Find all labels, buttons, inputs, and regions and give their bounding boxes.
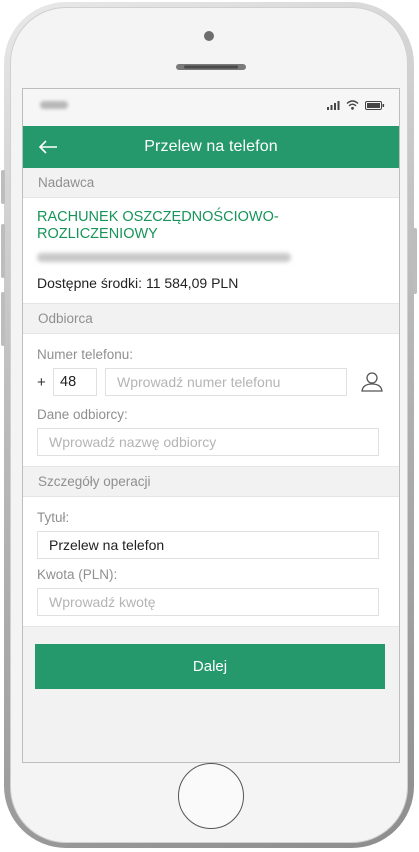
battery-icon [365,100,385,110]
phone-side-button [1,170,5,204]
recipient-name-input[interactable]: Wprowadź nazwę odbiorcy [37,428,379,456]
phone-number-label: Numer telefonu: [37,347,134,362]
transfer-title-input[interactable]: Przelew na telefon [37,531,379,559]
recipient-section-label: Odbiorca [38,311,93,326]
home-button[interactable] [178,763,244,829]
phone-plus-sign: + [37,373,46,391]
country-code-field[interactable]: 48 [53,368,97,396]
account-name: RACHUNEK OSZCZĘDNOŚCIOWO-ROZLICZENIOWY [37,209,279,242]
sender-section-label: Nadawca [38,175,95,190]
next-button[interactable]: Dalej [35,644,385,689]
details-card: Tytuł: Przelew na telefon Kwota (PLN): W… [23,496,399,627]
phone-power-button [413,228,417,294]
app-header: Przelew na telefon [23,126,399,168]
wifi-icon [346,100,359,110]
phone-side-button [1,224,5,278]
details-section-label: Szczegóły operacji [38,474,151,489]
amount-input[interactable]: Wprowadź kwotę [37,588,379,616]
title-label: Tytuł: [37,510,70,525]
contact-person-icon[interactable] [359,369,385,395]
account-number-blurred [37,253,291,262]
phone-screen: Przelew na telefon Nadawca RACHUNEK OSZC… [22,88,400,763]
earpiece-speaker [176,64,246,70]
recipient-card: Numer telefonu: + 48 Wprowadź numer tele… [23,333,399,467]
available-balance: Dostępne środki: 11 584,09 PLN [37,275,239,291]
page-title: Przelew na telefon [144,138,278,155]
phone-number-row: + 48 Wprowadź numer telefonu [37,368,387,396]
phone-side-button [1,292,5,346]
front-camera [204,31,214,41]
status-icons [327,100,385,110]
recipient-data-label: Dane odbiorcy: [37,407,128,422]
status-bar [23,89,399,126]
status-time-blurred [40,101,68,109]
phone-number-input[interactable]: Wprowadź numer telefonu [105,368,347,396]
signal-icon [327,100,340,110]
amount-label: Kwota (PLN): [37,567,118,582]
sender-card: RACHUNEK OSZCZĘDNOŚCIOWO-ROZLICZENIOWY D… [23,197,399,304]
